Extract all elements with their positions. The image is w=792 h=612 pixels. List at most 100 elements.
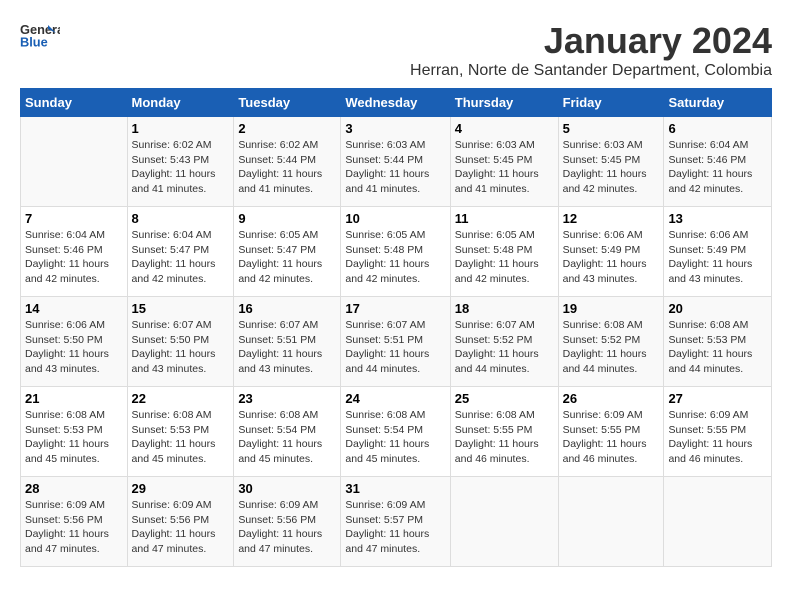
day-info: Sunrise: 6:03 AM Sunset: 5:45 PM Dayligh…	[563, 138, 660, 197]
day-number: 29	[132, 481, 230, 496]
calendar-cell: 6 Sunrise: 6:04 AM Sunset: 5:46 PM Dayli…	[664, 117, 772, 207]
calendar-cell: 10 Sunrise: 6:05 AM Sunset: 5:48 PM Dayl…	[341, 207, 450, 297]
calendar-cell: 4 Sunrise: 6:03 AM Sunset: 5:45 PM Dayli…	[450, 117, 558, 207]
calendar-cell: 29 Sunrise: 6:09 AM Sunset: 5:56 PM Dayl…	[127, 477, 234, 567]
day-number: 20	[668, 301, 767, 316]
logo-icon: General Blue	[20, 20, 60, 50]
day-info: Sunrise: 6:09 AM Sunset: 5:57 PM Dayligh…	[345, 498, 445, 557]
day-number: 30	[238, 481, 336, 496]
calendar-cell: 25 Sunrise: 6:08 AM Sunset: 5:55 PM Dayl…	[450, 387, 558, 477]
calendar-cell: 22 Sunrise: 6:08 AM Sunset: 5:53 PM Dayl…	[127, 387, 234, 477]
day-info: Sunrise: 6:05 AM Sunset: 5:48 PM Dayligh…	[455, 228, 554, 287]
day-info: Sunrise: 6:07 AM Sunset: 5:50 PM Dayligh…	[132, 318, 230, 377]
header-sunday: Sunday	[21, 89, 128, 117]
calendar-cell: 14 Sunrise: 6:06 AM Sunset: 5:50 PM Dayl…	[21, 297, 128, 387]
day-info: Sunrise: 6:03 AM Sunset: 5:44 PM Dayligh…	[345, 138, 445, 197]
day-info: Sunrise: 6:04 AM Sunset: 5:46 PM Dayligh…	[668, 138, 767, 197]
calendar-cell: 7 Sunrise: 6:04 AM Sunset: 5:46 PM Dayli…	[21, 207, 128, 297]
day-number: 5	[563, 121, 660, 136]
day-number: 19	[563, 301, 660, 316]
day-info: Sunrise: 6:06 AM Sunset: 5:50 PM Dayligh…	[25, 318, 123, 377]
day-number: 23	[238, 391, 336, 406]
day-info: Sunrise: 6:08 AM Sunset: 5:53 PM Dayligh…	[132, 408, 230, 467]
calendar-cell: 31 Sunrise: 6:09 AM Sunset: 5:57 PM Dayl…	[341, 477, 450, 567]
header-saturday: Saturday	[664, 89, 772, 117]
calendar-cell: 11 Sunrise: 6:05 AM Sunset: 5:48 PM Dayl…	[450, 207, 558, 297]
header-monday: Monday	[127, 89, 234, 117]
day-number: 9	[238, 211, 336, 226]
day-number: 21	[25, 391, 123, 406]
calendar-cell	[450, 477, 558, 567]
calendar-cell: 2 Sunrise: 6:02 AM Sunset: 5:44 PM Dayli…	[234, 117, 341, 207]
header-friday: Friday	[558, 89, 664, 117]
calendar-cell: 30 Sunrise: 6:09 AM Sunset: 5:56 PM Dayl…	[234, 477, 341, 567]
calendar-cell: 23 Sunrise: 6:08 AM Sunset: 5:54 PM Dayl…	[234, 387, 341, 477]
calendar-week-row: 14 Sunrise: 6:06 AM Sunset: 5:50 PM Dayl…	[21, 297, 772, 387]
day-number: 6	[668, 121, 767, 136]
calendar-cell: 28 Sunrise: 6:09 AM Sunset: 5:56 PM Dayl…	[21, 477, 128, 567]
svg-text:Blue: Blue	[20, 35, 48, 50]
day-number: 27	[668, 391, 767, 406]
calendar-cell: 26 Sunrise: 6:09 AM Sunset: 5:55 PM Dayl…	[558, 387, 664, 477]
day-info: Sunrise: 6:09 AM Sunset: 5:55 PM Dayligh…	[563, 408, 660, 467]
calendar-cell: 1 Sunrise: 6:02 AM Sunset: 5:43 PM Dayli…	[127, 117, 234, 207]
day-number: 18	[455, 301, 554, 316]
day-info: Sunrise: 6:07 AM Sunset: 5:51 PM Dayligh…	[238, 318, 336, 377]
calendar-cell: 12 Sunrise: 6:06 AM Sunset: 5:49 PM Dayl…	[558, 207, 664, 297]
day-info: Sunrise: 6:08 AM Sunset: 5:53 PM Dayligh…	[668, 318, 767, 377]
day-info: Sunrise: 6:04 AM Sunset: 5:46 PM Dayligh…	[25, 228, 123, 287]
day-number: 3	[345, 121, 445, 136]
page-header: General Blue January 2024 Herran, Norte …	[20, 20, 772, 80]
day-info: Sunrise: 6:06 AM Sunset: 5:49 PM Dayligh…	[563, 228, 660, 287]
day-number: 10	[345, 211, 445, 226]
day-info: Sunrise: 6:03 AM Sunset: 5:45 PM Dayligh…	[455, 138, 554, 197]
day-info: Sunrise: 6:07 AM Sunset: 5:52 PM Dayligh…	[455, 318, 554, 377]
logo: General Blue	[20, 20, 64, 50]
day-number: 4	[455, 121, 554, 136]
calendar-table: SundayMondayTuesdayWednesdayThursdayFrid…	[20, 88, 772, 567]
day-number: 15	[132, 301, 230, 316]
day-info: Sunrise: 6:08 AM Sunset: 5:54 PM Dayligh…	[345, 408, 445, 467]
calendar-cell: 27 Sunrise: 6:09 AM Sunset: 5:55 PM Dayl…	[664, 387, 772, 477]
day-number: 13	[668, 211, 767, 226]
day-number: 28	[25, 481, 123, 496]
day-info: Sunrise: 6:02 AM Sunset: 5:44 PM Dayligh…	[238, 138, 336, 197]
title-area: January 2024 Herran, Norte de Santander …	[410, 20, 772, 80]
day-info: Sunrise: 6:08 AM Sunset: 5:53 PM Dayligh…	[25, 408, 123, 467]
day-number: 8	[132, 211, 230, 226]
day-info: Sunrise: 6:06 AM Sunset: 5:49 PM Dayligh…	[668, 228, 767, 287]
calendar-week-row: 28 Sunrise: 6:09 AM Sunset: 5:56 PM Dayl…	[21, 477, 772, 567]
day-number: 11	[455, 211, 554, 226]
calendar-cell	[21, 117, 128, 207]
day-info: Sunrise: 6:08 AM Sunset: 5:54 PM Dayligh…	[238, 408, 336, 467]
calendar-cell: 20 Sunrise: 6:08 AM Sunset: 5:53 PM Dayl…	[664, 297, 772, 387]
calendar-cell: 13 Sunrise: 6:06 AM Sunset: 5:49 PM Dayl…	[664, 207, 772, 297]
day-number: 25	[455, 391, 554, 406]
day-info: Sunrise: 6:07 AM Sunset: 5:51 PM Dayligh…	[345, 318, 445, 377]
day-number: 14	[25, 301, 123, 316]
calendar-cell: 18 Sunrise: 6:07 AM Sunset: 5:52 PM Dayl…	[450, 297, 558, 387]
calendar-cell: 21 Sunrise: 6:08 AM Sunset: 5:53 PM Dayl…	[21, 387, 128, 477]
calendar-cell: 24 Sunrise: 6:08 AM Sunset: 5:54 PM Dayl…	[341, 387, 450, 477]
day-info: Sunrise: 6:09 AM Sunset: 5:56 PM Dayligh…	[132, 498, 230, 557]
day-info: Sunrise: 6:09 AM Sunset: 5:56 PM Dayligh…	[238, 498, 336, 557]
header-wednesday: Wednesday	[341, 89, 450, 117]
location-title: Herran, Norte de Santander Department, C…	[410, 62, 772, 80]
day-number: 31	[345, 481, 445, 496]
day-info: Sunrise: 6:08 AM Sunset: 5:52 PM Dayligh…	[563, 318, 660, 377]
day-number: 24	[345, 391, 445, 406]
day-number: 12	[563, 211, 660, 226]
calendar-cell: 8 Sunrise: 6:04 AM Sunset: 5:47 PM Dayli…	[127, 207, 234, 297]
month-title: January 2024	[410, 20, 772, 62]
day-number: 16	[238, 301, 336, 316]
day-number: 26	[563, 391, 660, 406]
day-number: 2	[238, 121, 336, 136]
day-info: Sunrise: 6:08 AM Sunset: 5:55 PM Dayligh…	[455, 408, 554, 467]
calendar-week-row: 21 Sunrise: 6:08 AM Sunset: 5:53 PM Dayl…	[21, 387, 772, 477]
calendar-header-row: SundayMondayTuesdayWednesdayThursdayFrid…	[21, 89, 772, 117]
calendar-cell: 16 Sunrise: 6:07 AM Sunset: 5:51 PM Dayl…	[234, 297, 341, 387]
calendar-week-row: 1 Sunrise: 6:02 AM Sunset: 5:43 PM Dayli…	[21, 117, 772, 207]
calendar-cell: 19 Sunrise: 6:08 AM Sunset: 5:52 PM Dayl…	[558, 297, 664, 387]
calendar-cell: 5 Sunrise: 6:03 AM Sunset: 5:45 PM Dayli…	[558, 117, 664, 207]
calendar-cell: 17 Sunrise: 6:07 AM Sunset: 5:51 PM Dayl…	[341, 297, 450, 387]
